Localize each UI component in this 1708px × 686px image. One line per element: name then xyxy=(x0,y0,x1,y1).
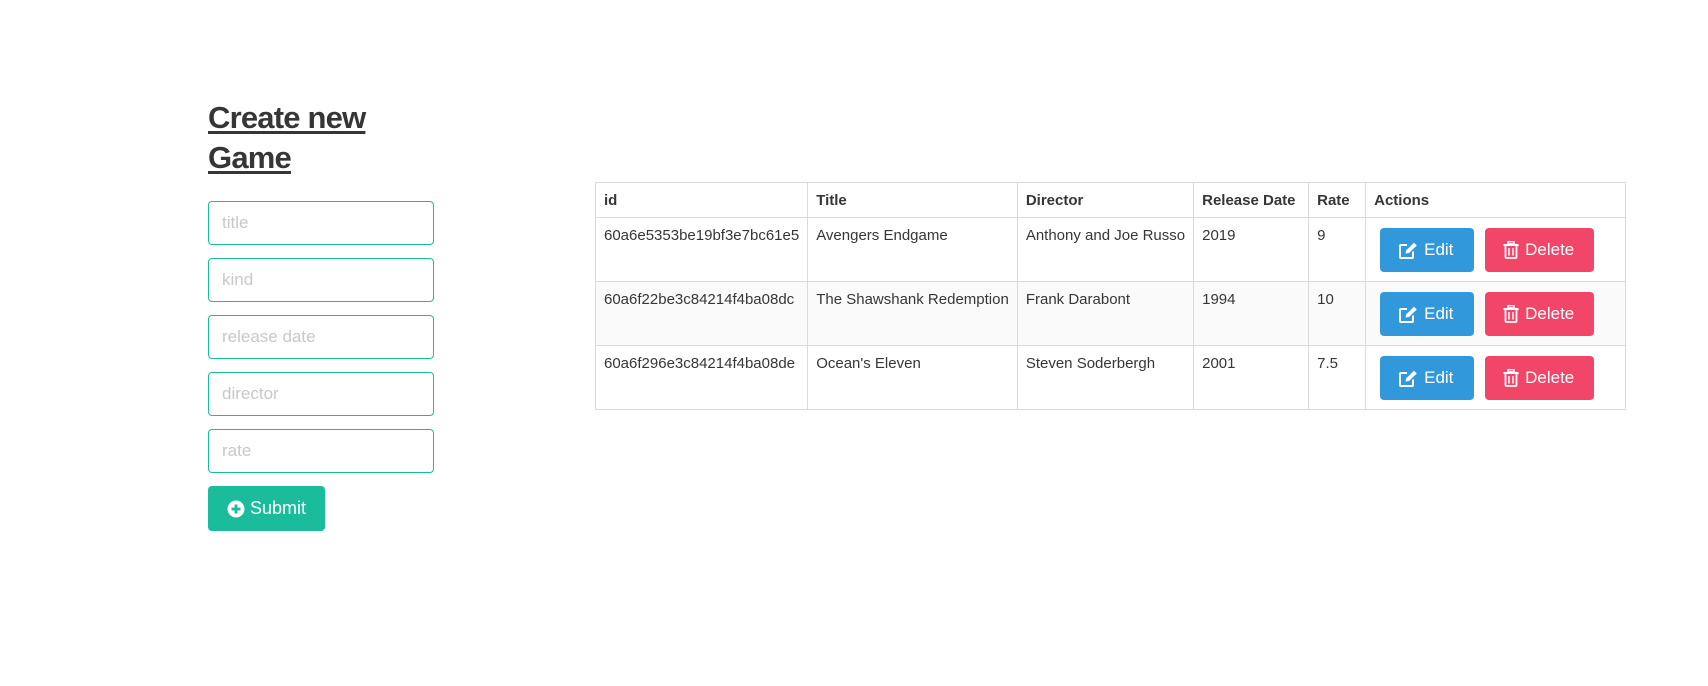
edit-icon xyxy=(1399,242,1418,259)
table-row: 60a6e5353be19bf3e7bc61e5 Avengers Endgam… xyxy=(594,217,1627,282)
page: Create new Game Submit id Title Di xyxy=(0,0,1708,686)
table-row: 60a6f22be3c84214f4ba08dc The Shawshank R… xyxy=(594,281,1627,346)
cell-director: Frank Darabont xyxy=(1016,281,1195,346)
plus-circle-icon xyxy=(227,500,245,518)
delete-label: Delete xyxy=(1525,304,1575,323)
trash-icon xyxy=(1503,305,1519,323)
header-release-date: Release Date xyxy=(1193,182,1310,218)
header-rate: Rate xyxy=(1308,182,1367,218)
cell-id: 60a6f296e3c84214f4ba08de xyxy=(594,345,809,410)
form-title: Create new Game xyxy=(208,100,366,175)
cell-release-date: 2001 xyxy=(1193,345,1310,410)
cell-rate: 7.5 xyxy=(1308,345,1367,410)
cell-release-date: 2019 xyxy=(1193,217,1310,282)
kind-input[interactable] xyxy=(208,258,434,302)
edit-button[interactable]: Edit xyxy=(1380,292,1475,336)
delete-label: Delete xyxy=(1525,368,1575,387)
cell-actions: Edit Delete xyxy=(1365,345,1627,410)
games-table: id Title Director Release Date Rate Acti… xyxy=(594,182,1627,410)
cell-rate: 9 xyxy=(1308,217,1367,282)
edit-icon xyxy=(1399,306,1418,323)
rate-input[interactable] xyxy=(208,429,434,473)
cell-director: Anthony and Joe Russo xyxy=(1016,217,1195,282)
table-row: 60a6f296e3c84214f4ba08de Ocean's Eleven … xyxy=(594,345,1627,410)
header-title: Title xyxy=(807,182,1018,218)
cell-id: 60a6f22be3c84214f4ba08dc xyxy=(594,281,809,346)
delete-button[interactable]: Delete xyxy=(1485,356,1595,400)
delete-button[interactable]: Delete xyxy=(1485,228,1595,272)
title-input[interactable] xyxy=(208,201,434,245)
delete-label: Delete xyxy=(1525,240,1575,259)
release-date-input[interactable] xyxy=(208,315,434,359)
trash-icon xyxy=(1503,369,1519,387)
games-table-container: id Title Director Release Date Rate Acti… xyxy=(594,182,1627,410)
edit-button[interactable]: Edit xyxy=(1380,228,1475,272)
header-actions: Actions xyxy=(1365,182,1627,218)
edit-label: Edit xyxy=(1424,368,1454,387)
cell-title: The Shawshank Redemption xyxy=(807,281,1018,346)
edit-button[interactable]: Edit xyxy=(1380,356,1475,400)
cell-id: 60a6e5353be19bf3e7bc61e5 xyxy=(594,217,809,282)
submit-button[interactable]: Submit xyxy=(208,486,325,531)
cell-rate: 10 xyxy=(1308,281,1367,346)
cell-title: Ocean's Eleven xyxy=(807,345,1018,410)
cell-director: Steven Soderbergh xyxy=(1016,345,1195,410)
edit-icon xyxy=(1399,370,1418,387)
director-input[interactable] xyxy=(208,372,434,416)
edit-label: Edit xyxy=(1424,240,1454,259)
cell-title: Avengers Endgame xyxy=(807,217,1018,282)
create-game-form: Create new Game Submit xyxy=(208,98,434,531)
cell-actions: Edit Delete xyxy=(1365,281,1627,346)
header-id: id xyxy=(594,182,809,218)
cell-actions: Edit Delete xyxy=(1365,217,1627,282)
trash-icon xyxy=(1503,241,1519,259)
table-header-row: id Title Director Release Date Rate Acti… xyxy=(594,182,1627,218)
cell-release-date: 1994 xyxy=(1193,281,1310,346)
header-director: Director xyxy=(1016,182,1195,218)
edit-label: Edit xyxy=(1424,304,1454,323)
submit-label: Submit xyxy=(250,498,307,518)
delete-button[interactable]: Delete xyxy=(1485,292,1595,336)
